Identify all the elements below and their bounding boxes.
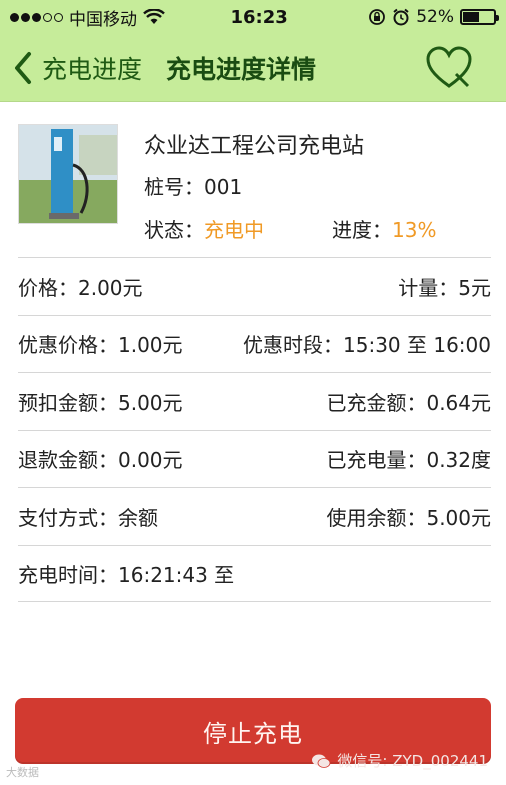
carrier-label: 中国移动 bbox=[69, 9, 137, 30]
charge-time-value: 16:21:43 至 bbox=[118, 562, 235, 587]
wechat-icon bbox=[312, 754, 331, 768]
pile-label: 桩号： bbox=[144, 175, 204, 199]
station-name: 众业达工程公司充电站 bbox=[144, 134, 365, 159]
nav-bar: 充电进度 充电进度详情 bbox=[0, 34, 506, 102]
payment-value: 余额 bbox=[118, 505, 158, 530]
discount-price-value: 1.00元 bbox=[118, 333, 183, 358]
heart-icon[interactable] bbox=[426, 46, 472, 90]
charged-amount-value: 0.64元 bbox=[426, 390, 491, 415]
wechat-watermark: 微信号: ZYD_002441 bbox=[311, 750, 488, 771]
progress-row: 进度：13% bbox=[332, 214, 436, 243]
prepaid-value: 5.00元 bbox=[118, 390, 183, 415]
battery-percent: 52% bbox=[416, 7, 454, 27]
discount-period-value: 15:30 至 16:00 bbox=[343, 333, 491, 358]
refund-row: 退款金额：0.00元 已充电量：0.32度 bbox=[18, 429, 491, 488]
progress-value: 13% bbox=[392, 218, 437, 242]
used-balance-label: 使用余额： bbox=[326, 505, 427, 530]
discount-period-label: 优惠时段： bbox=[243, 333, 343, 358]
stop-charging-label: 停止充电 bbox=[203, 719, 303, 748]
status-value: 充电中 bbox=[204, 218, 264, 242]
battery-icon bbox=[460, 9, 499, 25]
meter-label: 计量： bbox=[398, 275, 459, 300]
refund-label: 退款金额： bbox=[18, 448, 118, 473]
back-label: 充电进度 bbox=[42, 54, 143, 84]
pile-number-row: 桩号：001 bbox=[144, 171, 242, 200]
station-card: 众业达工程公司充电站 桩号：001 状态：充电中 进度：13% bbox=[18, 124, 488, 242]
battery-level bbox=[463, 12, 479, 22]
status-bar: 中国移动 16:23 52% bbox=[0, 0, 506, 34]
status-label: 状态： bbox=[144, 218, 204, 242]
clock: 16:23 bbox=[230, 6, 288, 28]
price-label: 价格： bbox=[18, 275, 78, 300]
charge-time-label: 充电时间： bbox=[18, 562, 118, 587]
discount-row: 优惠价格：1.00元 优惠时段：15:30 至 16:00 bbox=[18, 314, 491, 373]
price-value: 2.00元 bbox=[78, 275, 143, 300]
orientation-lock-icon bbox=[369, 9, 386, 25]
pile-value: 001 bbox=[204, 175, 243, 199]
payment-label: 支付方式： bbox=[18, 505, 118, 530]
used-balance-value: 5.00元 bbox=[426, 505, 491, 530]
price-row: 价格：2.00元 计量：5元 bbox=[18, 257, 491, 315]
corner-watermark: 大数据 bbox=[6, 766, 39, 779]
payment-row: 支付方式：余额 使用余额：5.00元 bbox=[18, 487, 491, 545]
chevron-left-icon bbox=[15, 51, 31, 84]
meter-value: 5元 bbox=[458, 275, 491, 300]
charged-amount-label: 已充金额： bbox=[326, 390, 427, 415]
station-photo bbox=[18, 124, 118, 224]
watermark-text: 微信号: ZYD_002441 bbox=[337, 752, 488, 770]
page-title: 充电进度详情 bbox=[166, 54, 317, 84]
refund-value: 0.00元 bbox=[118, 448, 183, 473]
charge-time-row: 充电时间：16:21:43 至 bbox=[18, 544, 491, 602]
alarm-icon bbox=[393, 8, 409, 26]
amount-row: 预扣金额：5.00元 已充金额：0.64元 bbox=[18, 372, 491, 430]
status-row: 状态：充电中 bbox=[144, 214, 264, 243]
discount-price-label: 优惠价格： bbox=[18, 333, 118, 358]
charging-pile-image bbox=[19, 125, 117, 223]
details-list: 价格：2.00元 计量：5元 优惠价格：1.00元 优惠时段：15:30 至 1… bbox=[18, 257, 491, 602]
progress-label: 进度： bbox=[332, 218, 392, 242]
status-right: 52% bbox=[368, 7, 499, 27]
back-button[interactable]: 充电进度 bbox=[0, 34, 142, 101]
charged-energy-label: 已充电量： bbox=[326, 448, 427, 473]
prepaid-label: 预扣金额： bbox=[18, 390, 118, 415]
charged-energy-value: 0.32度 bbox=[426, 448, 491, 473]
signal-icon bbox=[10, 12, 63, 22]
